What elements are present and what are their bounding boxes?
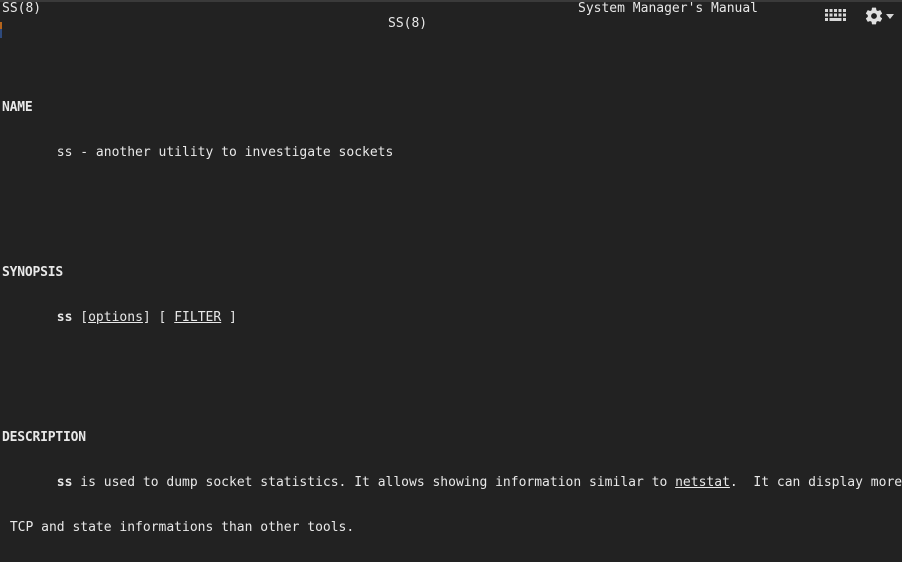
description-line-1: ss is used to dump socket statistics. It… <box>0 475 902 490</box>
keyboard-button[interactable] <box>824 6 850 26</box>
description-line-2: TCP and state informations than other to… <box>2 520 355 535</box>
header-left-title: SS(8) <box>2 1 42 16</box>
description-command: ss <box>56 475 73 490</box>
manpage-header: SS(8) System Manager's Manual SS(8) <box>0 0 902 40</box>
link-filter[interactable]: FILTER <box>174 310 221 325</box>
section-heading-synopsis: SYNOPSIS <box>2 265 64 280</box>
header-center-title: SS(8) <box>388 16 428 31</box>
manpage-content[interactable]: NAME ss - another utility to investigate… <box>0 40 902 562</box>
synopsis-mid: ] [ <box>142 310 175 325</box>
section-heading-description: DESCRIPTION <box>2 430 86 445</box>
synopsis-close: ] <box>221 310 237 325</box>
section-heading-name: NAME <box>2 100 33 115</box>
header-right-title: System Manager's Manual <box>578 1 759 16</box>
name-description-line: ss - another utility to investigate sock… <box>2 145 394 160</box>
link-netstat[interactable]: netstat <box>675 475 730 490</box>
synopsis-command: ss <box>56 310 73 325</box>
description-text-mid: is used to dump socket statistics. It al… <box>72 475 676 490</box>
gear-icon <box>864 6 884 26</box>
synopsis-indent <box>2 310 57 325</box>
link-options[interactable]: options <box>88 310 143 325</box>
synopsis-line: ss [options] [ FILTER ] <box>0 310 902 325</box>
settings-menu-button[interactable] <box>864 6 894 26</box>
chevron-down-icon <box>886 13 894 19</box>
keyboard-icon <box>824 6 850 26</box>
synopsis-open-bracket: [ <box>72 310 89 325</box>
description-text-suffix: . It can display more <box>729 475 902 490</box>
header-toolbar <box>824 6 894 26</box>
description-indent <box>2 475 57 490</box>
